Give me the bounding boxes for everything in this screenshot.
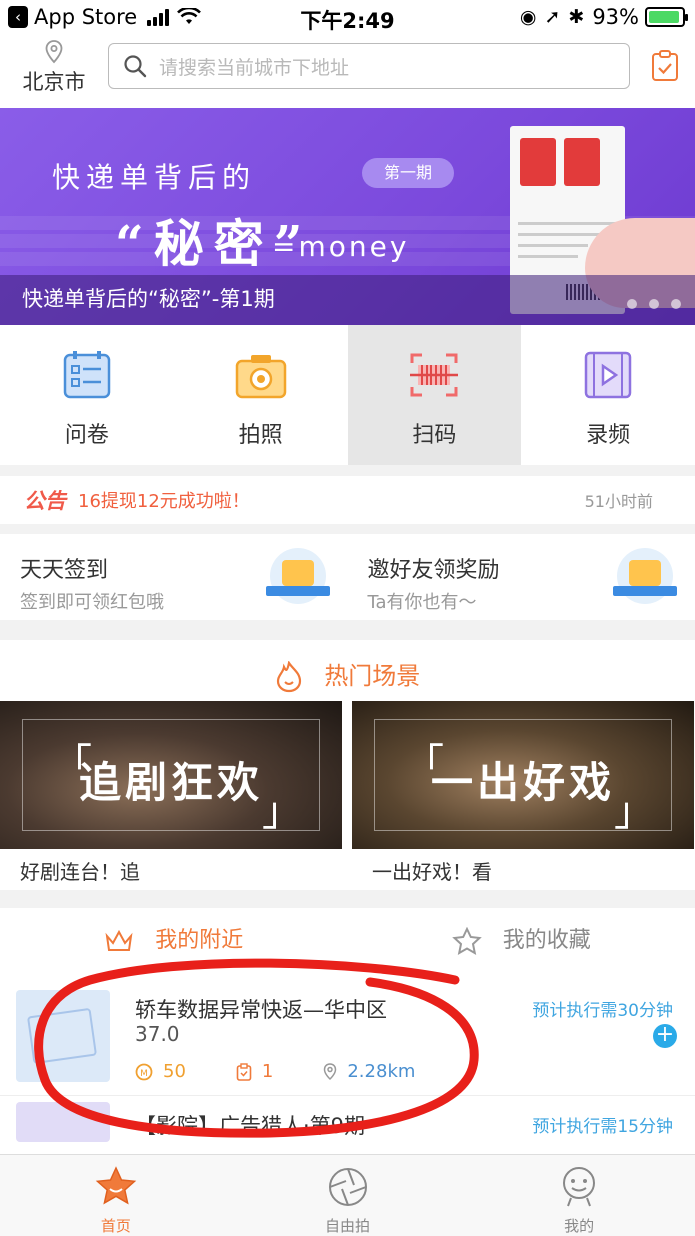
location-pin-icon (45, 40, 63, 64)
battery-percent: 93% (592, 5, 639, 29)
scene-card[interactable]: 「 一出好戏 」 (352, 701, 694, 849)
banner-pagination[interactable] (615, 299, 681, 309)
search-placeholder: 请搜索当前城市下地址 (159, 56, 350, 79)
announcement-bar[interactable]: 公告 16提现12元成功啦！ 51小时前 (0, 476, 695, 524)
invite-friends[interactable]: 邀好友领奖励 Ta有你也有～ (348, 534, 695, 620)
bottom-tab-bar: 首页 自由拍 我的 (0, 1154, 695, 1236)
announcement-time: 51小时前 (584, 492, 653, 511)
scene-caption: 一出好戏！看 (372, 860, 492, 884)
task-tabs: 我的附近 我的收藏 (0, 908, 695, 966)
action-label: 拍照 (238, 423, 283, 448)
tab-label: 我的 (564, 1217, 595, 1235)
banner-issue-badge: 第一期 (362, 158, 454, 188)
flame-icon (276, 661, 301, 693)
city-label: 北京市 (22, 70, 86, 94)
add-task-button[interactable]: + (653, 1024, 677, 1048)
tab-label: 首页 (100, 1217, 131, 1235)
orientation-lock-icon: ◉ (519, 6, 537, 28)
tab-favorites[interactable]: 我的收藏 (348, 908, 695, 966)
location-small-icon (324, 1062, 337, 1080)
search-input[interactable]: 请搜索当前城市下地址 (108, 43, 630, 89)
location-arrow-icon: ➚ (544, 6, 561, 28)
search-icon (124, 55, 147, 78)
quick-actions: 问卷 拍照 扫码 录频 (0, 325, 695, 465)
promo-row: 天天签到 签到即可领红包哦 邀好友领奖励 Ta有你也有～ (0, 534, 695, 620)
hot-scenes-section: 热门场景 「 追剧狂欢 」 「 一出好戏 」 好剧连台！追 一出好戏！看 (0, 640, 695, 890)
questionnaire-icon (63, 351, 111, 399)
promo-banner[interactable]: 快递单背后的 第一期 “秘密” =money 快递单背后的“秘密”-第1期 (0, 108, 695, 325)
banner-caption: 快递单背后的“秘密”-第1期 (22, 287, 275, 311)
status-bar: ‹ App Store 下午2:49 ◉ ➚ ✱ 93% (0, 0, 695, 36)
action-questionnaire[interactable]: 问卷 (0, 325, 174, 465)
tab-profile[interactable]: 我的 (463, 1155, 695, 1236)
task-title: 【影院】广告猎人·第9期 (135, 1114, 366, 1138)
task-count: 1 (236, 1061, 273, 1082)
scene-caption: 好剧连台！追 (20, 860, 140, 884)
video-icon (584, 351, 632, 399)
checkin-gift-icon (265, 548, 330, 604)
star-outline-icon (451, 927, 482, 955)
task-reward: M 50 (135, 1061, 186, 1082)
task-item[interactable]: 轿车数据异常快返—华中区 37.0 M 50 1 2.28km 预计执行需30分… (0, 966, 695, 1096)
city-selector[interactable]: 北京市 (18, 40, 90, 96)
coin-icon: M (135, 1063, 153, 1080)
tab-home[interactable]: 首页 (0, 1155, 232, 1236)
cinema-thumbnail-icon (16, 1102, 110, 1142)
task-title: 轿车数据异常快返—华中区 (135, 998, 387, 1022)
action-scan[interactable]: 扫码 (347, 325, 522, 465)
task-clipboard-icon[interactable] (651, 50, 679, 82)
star-home-icon (95, 1166, 137, 1205)
banner-money-text: =money (272, 230, 410, 263)
scene-card[interactable]: 「 追剧狂欢 」 (0, 701, 342, 849)
task-item[interactable]: 【影院】广告猎人·第9期 预计执行需15分钟 (0, 1096, 695, 1156)
tab-free-shoot[interactable]: 自由拍 (232, 1155, 464, 1236)
action-label: 录频 (586, 423, 631, 448)
hot-scenes-title: 热门场景 (0, 656, 695, 693)
task-list: 轿车数据异常快返—华中区 37.0 M 50 1 2.28km 预计执行需30分… (0, 966, 695, 1156)
tab-nearby[interactable]: 我的附近 (0, 908, 348, 966)
bluetooth-icon: ✱ (568, 6, 585, 28)
banner-title: 快递单背后的 (52, 161, 257, 194)
task-distance: 2.28km (323, 1061, 415, 1082)
map-thumbnail-icon (16, 990, 110, 1082)
invite-gift-icon (613, 548, 677, 604)
task-duration: 预计执行需30分钟 (532, 1001, 673, 1021)
scan-icon (410, 353, 459, 397)
action-camera[interactable]: 拍照 (174, 325, 348, 465)
header: 北京市 请搜索当前城市下地址 (0, 36, 695, 108)
tab-label: 自由拍 (325, 1217, 371, 1235)
action-label: 扫码 (412, 423, 457, 448)
announcement-text: 16提现12元成功啦！ (78, 491, 250, 512)
battery-icon (645, 7, 688, 27)
clipboard-small-icon (236, 1062, 252, 1081)
task-duration: 预计执行需15分钟 (532, 1117, 673, 1137)
crown-icon (105, 929, 133, 951)
svg-text:M: M (140, 1069, 148, 1079)
aperture-icon (328, 1168, 367, 1206)
camera-icon (235, 355, 286, 399)
action-label: 问卷 (64, 423, 109, 448)
daily-checkin[interactable]: 天天签到 签到即可领红包哦 (0, 534, 348, 620)
action-video[interactable]: 录频 (521, 325, 695, 465)
announcement-tag: 公告 (24, 489, 66, 513)
task-subtitle: 37.0 (135, 1022, 180, 1046)
smiley-profile-icon (563, 1167, 596, 1207)
